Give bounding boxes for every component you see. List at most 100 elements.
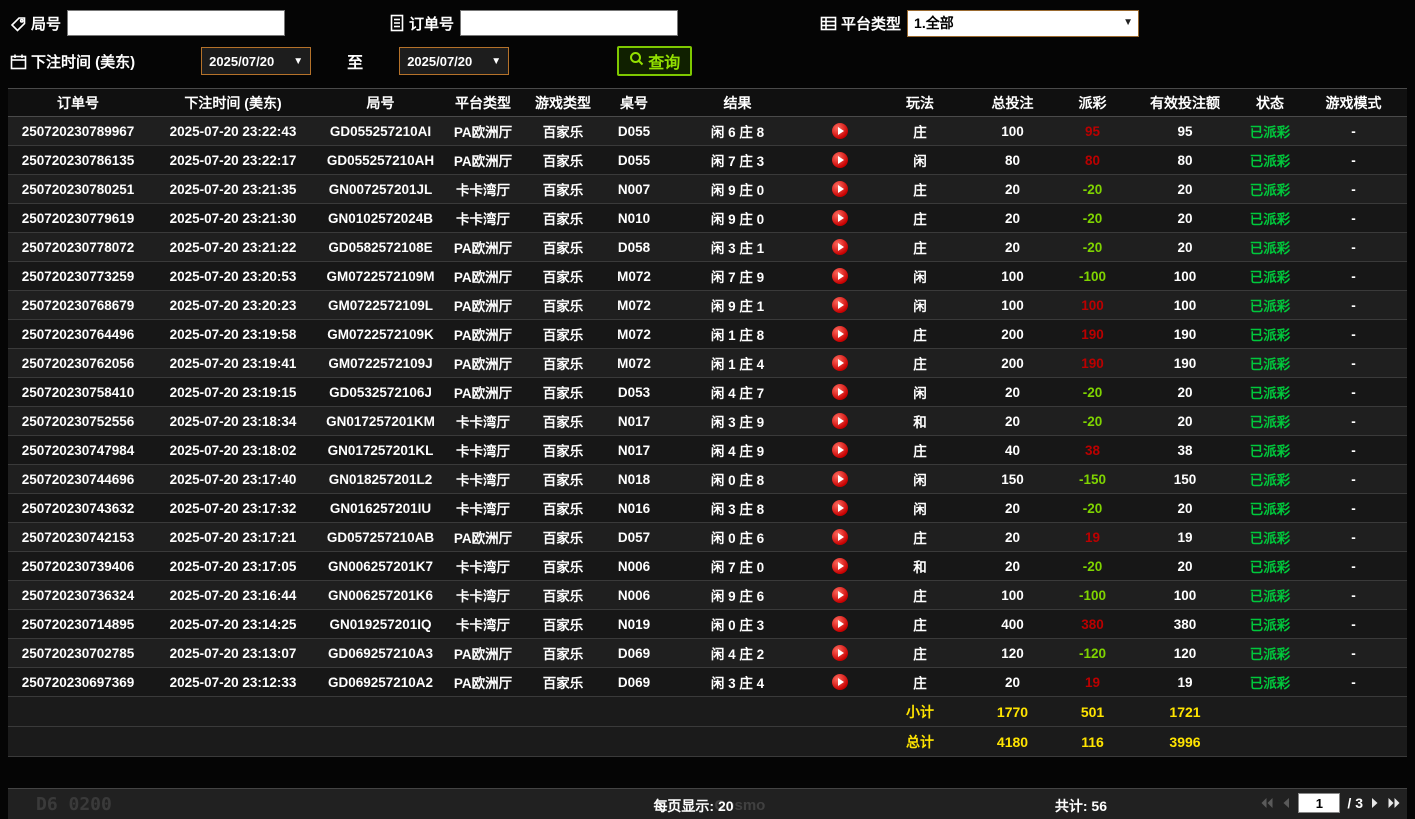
status: 已派彩 bbox=[1240, 493, 1300, 523]
table-row: 250720230747984 2025-07-20 23:18:02 GN0172… bbox=[8, 435, 1407, 465]
game-mode: - bbox=[1300, 203, 1407, 233]
platform-select[interactable]: 1.全部 bbox=[907, 9, 1140, 37]
replay-play-icon[interactable] bbox=[832, 210, 848, 227]
replay-play-icon[interactable] bbox=[832, 587, 848, 604]
prev-page-button[interactable] bbox=[1281, 797, 1291, 809]
platform-type: 卡卡湾厅 bbox=[443, 406, 523, 436]
platform-type: 卡卡湾厅 bbox=[443, 203, 523, 233]
bet-time: 2025-07-20 23:17:21 bbox=[148, 522, 318, 552]
result: 闲 0 庄 6 bbox=[665, 522, 810, 552]
page-input[interactable] bbox=[1298, 793, 1341, 813]
bet-time: 2025-07-20 23:20:23 bbox=[148, 290, 318, 320]
table-no: M072 bbox=[603, 290, 665, 320]
play-type: 庄 bbox=[870, 609, 970, 639]
replay-play-icon[interactable] bbox=[832, 326, 848, 343]
payout: -20 bbox=[1055, 406, 1130, 436]
valid-bet: 100 bbox=[1130, 290, 1240, 320]
game-mode: - bbox=[1300, 348, 1407, 378]
replay-play-icon[interactable] bbox=[832, 471, 848, 488]
replay-cell bbox=[810, 493, 870, 523]
table-row: 250720230764496 2025-07-20 23:19:58 GM0722… bbox=[8, 319, 1407, 349]
table-no: D053 bbox=[603, 377, 665, 407]
bet-time: 2025-07-20 23:19:15 bbox=[148, 377, 318, 407]
replay-play-icon[interactable] bbox=[832, 239, 848, 256]
game-type: 百家乐 bbox=[523, 348, 603, 378]
round-no-input[interactable] bbox=[67, 10, 286, 36]
next-page-button[interactable] bbox=[1370, 797, 1380, 809]
replay-play-icon[interactable] bbox=[832, 384, 848, 401]
date-from-button[interactable]: 2025/07/20 ▼ bbox=[201, 47, 312, 75]
result: 闲 3 庄 4 bbox=[665, 667, 810, 697]
result: 闲 1 庄 4 bbox=[665, 348, 810, 378]
game-type: 百家乐 bbox=[523, 377, 603, 407]
game-type: 百家乐 bbox=[523, 464, 603, 494]
replay-play-icon[interactable] bbox=[832, 355, 848, 372]
replay-play-icon[interactable] bbox=[832, 558, 848, 575]
status: 已派彩 bbox=[1240, 580, 1300, 610]
round-no: GN017257201KM bbox=[318, 406, 443, 436]
valid-bet: 20 bbox=[1130, 493, 1240, 523]
replay-play-icon[interactable] bbox=[832, 123, 848, 140]
valid-bet: 20 bbox=[1130, 232, 1240, 262]
platform-type: PA欧洲厅 bbox=[443, 638, 523, 668]
bet-time: 2025-07-20 23:12:33 bbox=[148, 667, 318, 697]
subtotal-payout: 501 bbox=[1055, 696, 1130, 727]
first-page-button[interactable] bbox=[1260, 797, 1274, 809]
status: 已派彩 bbox=[1240, 261, 1300, 291]
play-type: 庄 bbox=[870, 319, 970, 349]
replay-play-icon[interactable] bbox=[832, 674, 848, 691]
order-no-input[interactable] bbox=[460, 10, 679, 36]
order-no: 250720230714895 bbox=[8, 609, 148, 639]
result: 闲 9 庄 0 bbox=[665, 174, 810, 204]
replay-play-icon[interactable] bbox=[832, 529, 848, 546]
total-bet: 20 bbox=[970, 203, 1055, 233]
valid-bet: 20 bbox=[1130, 551, 1240, 581]
platform-type: PA欧洲厅 bbox=[443, 377, 523, 407]
replay-play-icon[interactable] bbox=[832, 645, 848, 662]
replay-cell bbox=[810, 464, 870, 494]
table-row: 250720230743632 2025-07-20 23:17:32 GN0162… bbox=[8, 493, 1407, 523]
order-no: 250720230786135 bbox=[8, 145, 148, 175]
play-type: 闲 bbox=[870, 493, 970, 523]
date-to-button[interactable]: 2025/07/20 ▼ bbox=[399, 47, 510, 75]
column-header: 局号 bbox=[318, 88, 443, 117]
game-type: 百家乐 bbox=[523, 522, 603, 552]
status: 已派彩 bbox=[1240, 145, 1300, 175]
replay-cell bbox=[810, 609, 870, 639]
play-type: 和 bbox=[870, 406, 970, 436]
play-type: 庄 bbox=[870, 174, 970, 204]
column-header: 平台类型 bbox=[443, 88, 523, 117]
platform-type: PA欧洲厅 bbox=[443, 667, 523, 697]
table-row: 250720230778072 2025-07-20 23:21:22 GD0582… bbox=[8, 232, 1407, 262]
replay-cell bbox=[810, 203, 870, 233]
table-no: N007 bbox=[603, 174, 665, 204]
table-row: 250720230789967 2025-07-20 23:22:43 GD0552… bbox=[8, 116, 1407, 146]
platform-type: 卡卡湾厅 bbox=[443, 464, 523, 494]
payout: 19 bbox=[1055, 667, 1130, 697]
valid-bet: 190 bbox=[1130, 319, 1240, 349]
replay-play-icon[interactable] bbox=[832, 181, 848, 198]
replay-play-icon[interactable] bbox=[832, 413, 848, 430]
date-from-value: 2025/07/20 bbox=[209, 53, 275, 69]
platform-type: 卡卡湾厅 bbox=[443, 609, 523, 639]
game-type: 百家乐 bbox=[523, 319, 603, 349]
game-type: 百家乐 bbox=[523, 551, 603, 581]
search-button[interactable]: 查询 bbox=[617, 46, 693, 76]
table-row: 250720230702785 2025-07-20 23:13:07 GD0692… bbox=[8, 638, 1407, 668]
game-mode: - bbox=[1300, 290, 1407, 320]
game-type: 百家乐 bbox=[523, 116, 603, 146]
replay-play-icon[interactable] bbox=[832, 616, 848, 633]
game-type: 百家乐 bbox=[523, 638, 603, 668]
bet-time: 2025-07-20 23:22:17 bbox=[148, 145, 318, 175]
status: 已派彩 bbox=[1240, 232, 1300, 262]
last-page-button[interactable] bbox=[1387, 797, 1401, 809]
payout: -20 bbox=[1055, 493, 1130, 523]
result: 闲 9 庄 1 bbox=[665, 290, 810, 320]
total-bet: 100 bbox=[970, 290, 1055, 320]
game-type: 百家乐 bbox=[523, 203, 603, 233]
replay-play-icon[interactable] bbox=[832, 152, 848, 169]
replay-play-icon[interactable] bbox=[832, 442, 848, 459]
replay-play-icon[interactable] bbox=[832, 268, 848, 285]
replay-play-icon[interactable] bbox=[832, 297, 848, 314]
replay-play-icon[interactable] bbox=[832, 500, 848, 517]
